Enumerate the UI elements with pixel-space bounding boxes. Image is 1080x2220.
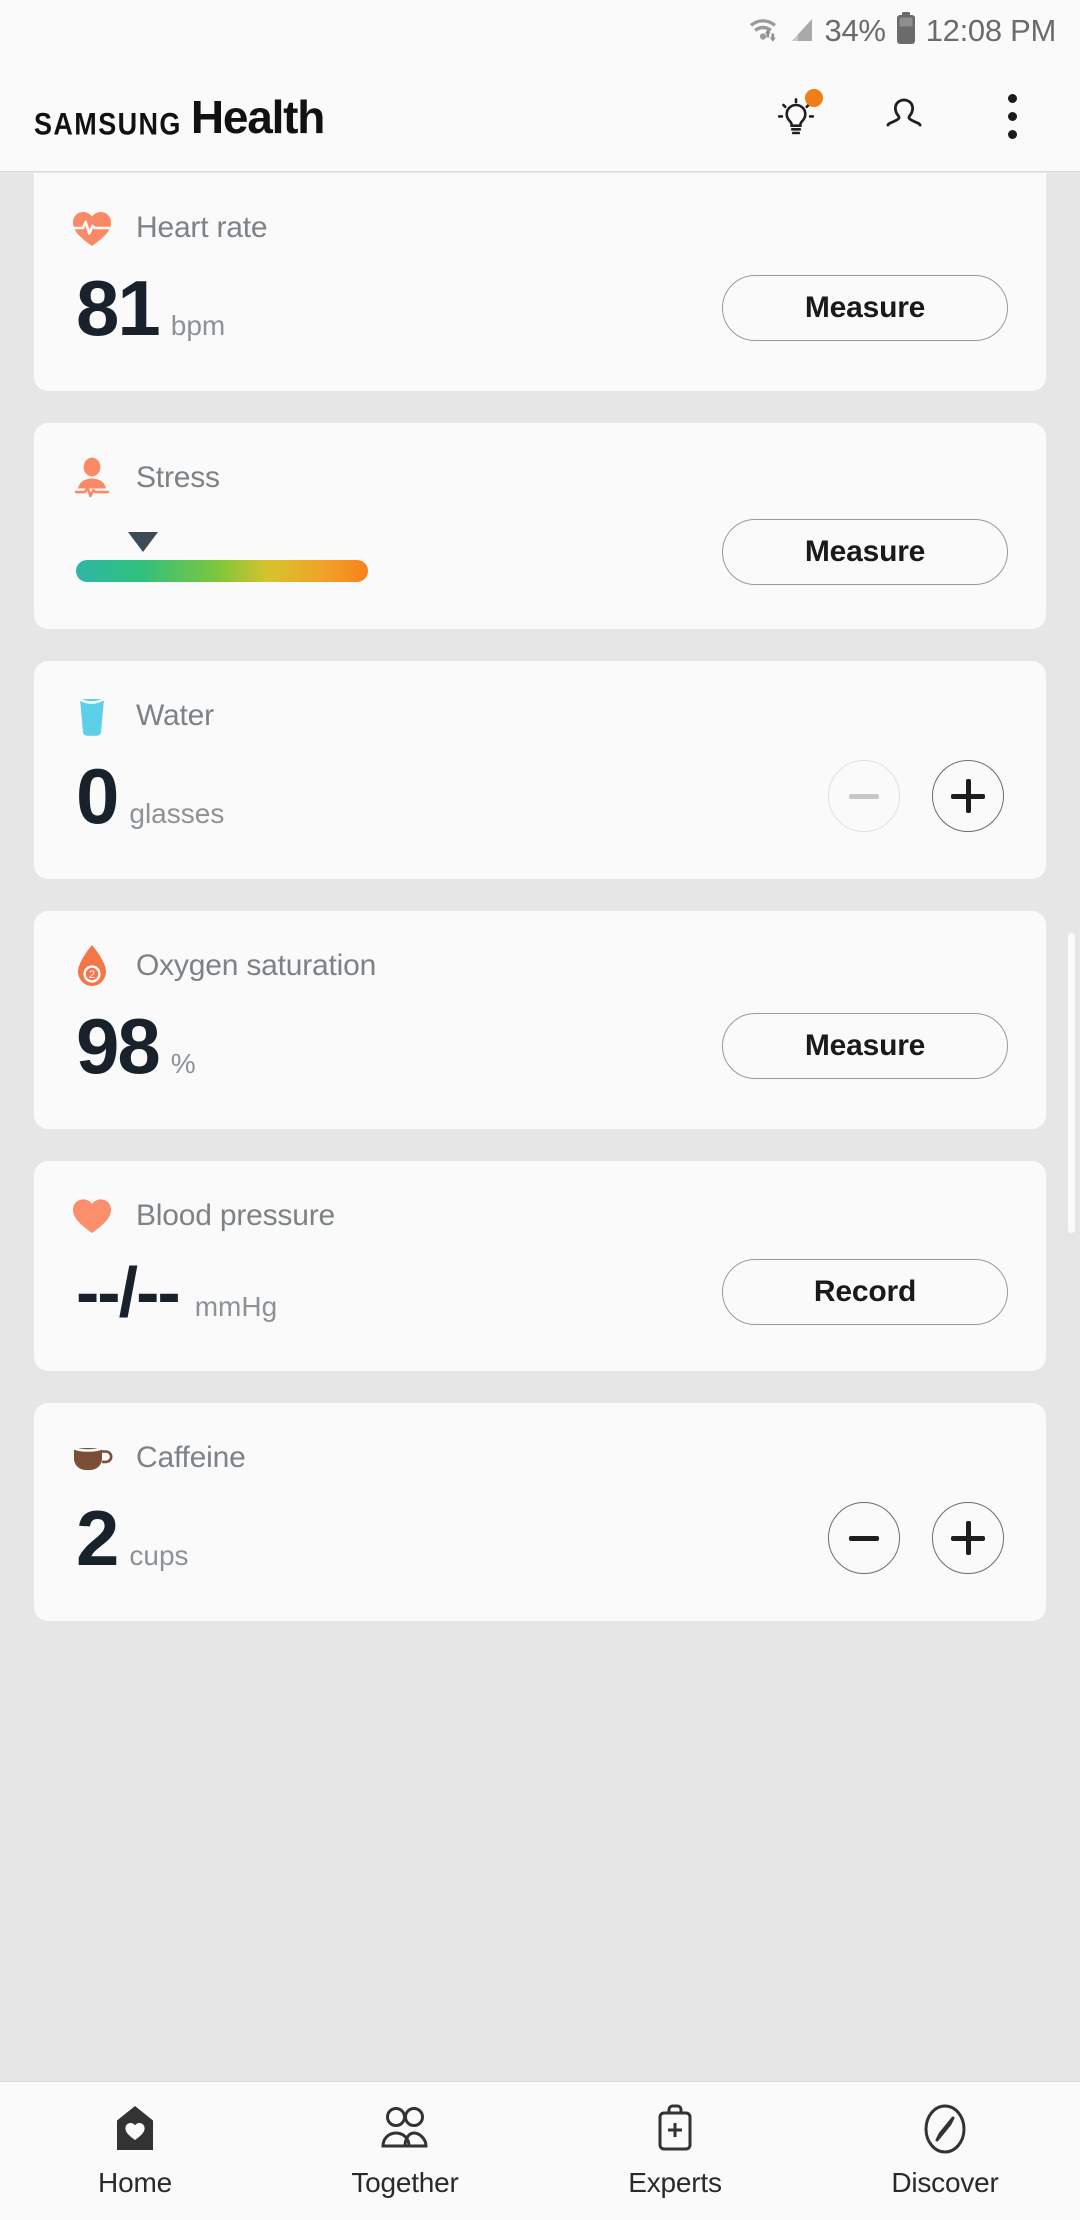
app-bar: SAMSUNG Health: [0, 62, 1080, 172]
card-body: 81 bpm Measure: [70, 251, 1010, 391]
nav-label: Experts: [628, 2167, 722, 2198]
metric: 98 %: [70, 1007, 196, 1085]
decrement-button-water[interactable]: [828, 760, 900, 832]
metric-unit: glasses: [129, 798, 225, 829]
card-water[interactable]: Water 0 glasses: [34, 661, 1046, 879]
nav-label: Home: [98, 2167, 172, 2198]
card-title-label: Blood pressure: [136, 1199, 335, 1232]
nav-item-together[interactable]: Together: [270, 2103, 540, 2199]
metric-unit: mmHg: [194, 1291, 278, 1322]
metric: 2 cups: [70, 1499, 189, 1577]
cellular-signal-icon: [786, 15, 816, 50]
card-title-label: Heart rate: [136, 211, 268, 244]
profile-icon: [886, 98, 922, 126]
battery-icon: [895, 11, 917, 51]
nav-item-experts[interactable]: Experts: [540, 2103, 810, 2199]
metric: 81 bpm: [70, 269, 225, 347]
clock-label: 12:08 PM: [925, 13, 1057, 48]
decrement-button-caffeine[interactable]: [828, 1502, 900, 1574]
wifi-data-icon: [747, 13, 781, 50]
more-options-button[interactable]: [986, 91, 1038, 143]
profile-button[interactable]: [878, 91, 930, 143]
metric-value: 98: [76, 1002, 161, 1090]
people-icon: [378, 2103, 432, 2155]
card-body: --/-- mmHg Record: [70, 1239, 1010, 1371]
status-bar-icons: [747, 13, 816, 50]
stress-gauge-marker: [128, 532, 158, 552]
stress-gauge-bar: [76, 560, 368, 582]
heart-icon: [70, 1193, 114, 1239]
stepper-group-caffeine: [828, 1502, 1004, 1574]
battery-percent-label: 34%: [824, 13, 886, 48]
card-header: Stress: [70, 423, 1010, 501]
nav-label: Discover: [891, 2167, 999, 2198]
card-header: Heart rate: [70, 173, 1010, 251]
coffee-cup-icon: [70, 1435, 114, 1481]
vertical-scrollbar[interactable]: [1068, 933, 1075, 1233]
card-title-label: Oxygen saturation: [136, 949, 377, 982]
brand-name-label: Health: [190, 90, 326, 143]
card-body: 2 cups: [70, 1481, 1010, 1621]
metric-value: 2: [76, 1494, 119, 1582]
stress-gauge: [70, 522, 368, 582]
samsung-health-home-screen: 34% 12:08 PM SAMSUNG Health Heart rate 8…: [0, 0, 1080, 2220]
minus-icon: [849, 1535, 879, 1541]
tips-notification-badge: [805, 88, 823, 107]
compass-icon: [921, 2103, 969, 2155]
increment-button-caffeine[interactable]: [932, 1502, 1004, 1574]
card-stress[interactable]: Stress Measure: [34, 423, 1046, 629]
card-title-label: Caffeine: [136, 1441, 246, 1474]
water-glass-icon: [70, 693, 114, 739]
stepper-group-water: [828, 760, 1004, 832]
metric-value: 0: [76, 752, 119, 840]
metric-unit: cups: [129, 1540, 189, 1571]
card-oxygen-saturation[interactable]: 2 Oxygen saturation 98 % Measure: [34, 911, 1046, 1129]
minus-icon: [849, 793, 879, 799]
svg-text:2: 2: [89, 969, 95, 981]
metric-value: 81: [76, 264, 161, 352]
measure-button-oxygen-saturation[interactable]: Measure: [722, 1013, 1008, 1079]
card-title-label: Water: [136, 699, 214, 732]
plus-icon: [951, 1521, 985, 1555]
card-header: Caffeine: [70, 1403, 1010, 1481]
home-heart-icon: [112, 2103, 158, 2155]
metric: --/-- mmHg: [70, 1257, 277, 1327]
record-button-blood-pressure[interactable]: Record: [722, 1259, 1008, 1325]
card-header: Water: [70, 661, 1010, 739]
metric: 0 glasses: [70, 757, 224, 835]
nav-item-home[interactable]: Home: [0, 2103, 270, 2199]
plus-icon: [951, 779, 985, 813]
card-title-label: Stress: [136, 461, 220, 494]
card-header: Blood pressure: [70, 1161, 1010, 1239]
metric-value: --/--: [76, 1253, 181, 1331]
kebab-menu-icon: [1007, 94, 1017, 139]
metric-unit: bpm: [170, 310, 226, 341]
increment-button-water[interactable]: [932, 760, 1004, 832]
card-heart-rate[interactable]: Heart rate 81 bpm Measure: [34, 173, 1046, 391]
app-bar-actions: [770, 88, 1046, 143]
card-body: Measure: [70, 501, 1010, 629]
card-blood-pressure[interactable]: Blood pressure --/-- mmHg Record: [34, 1161, 1046, 1371]
bottom-navigation-bar: Home Together Experts Discover: [0, 2081, 1080, 2220]
tracker-card-list[interactable]: Heart rate 81 bpm Measure Stress Measure…: [0, 173, 1080, 2081]
status-bar: 34% 12:08 PM: [0, 0, 1080, 62]
oxygen-drop-icon: 2: [70, 943, 114, 989]
measure-button-heart-rate[interactable]: Measure: [722, 275, 1008, 341]
stress-person-icon: [70, 455, 114, 501]
brand-prefix-label: SAMSUNG: [34, 106, 182, 141]
card-body: 0 glasses: [70, 739, 1010, 879]
measure-button-stress[interactable]: Measure: [722, 519, 1008, 585]
nav-item-discover[interactable]: Discover: [810, 2103, 1080, 2199]
heart-pulse-icon: [70, 205, 114, 251]
nav-label: Together: [351, 2167, 459, 2198]
card-body: 98 % Measure: [70, 989, 1010, 1129]
card-header: 2 Oxygen saturation: [70, 911, 1010, 989]
tips-button[interactable]: [770, 88, 823, 143]
metric-unit: %: [170, 1048, 196, 1079]
medical-bag-icon: [652, 2103, 698, 2155]
card-caffeine[interactable]: Caffeine 2 cups: [34, 1403, 1046, 1621]
app-logo: SAMSUNG Health: [34, 90, 326, 144]
